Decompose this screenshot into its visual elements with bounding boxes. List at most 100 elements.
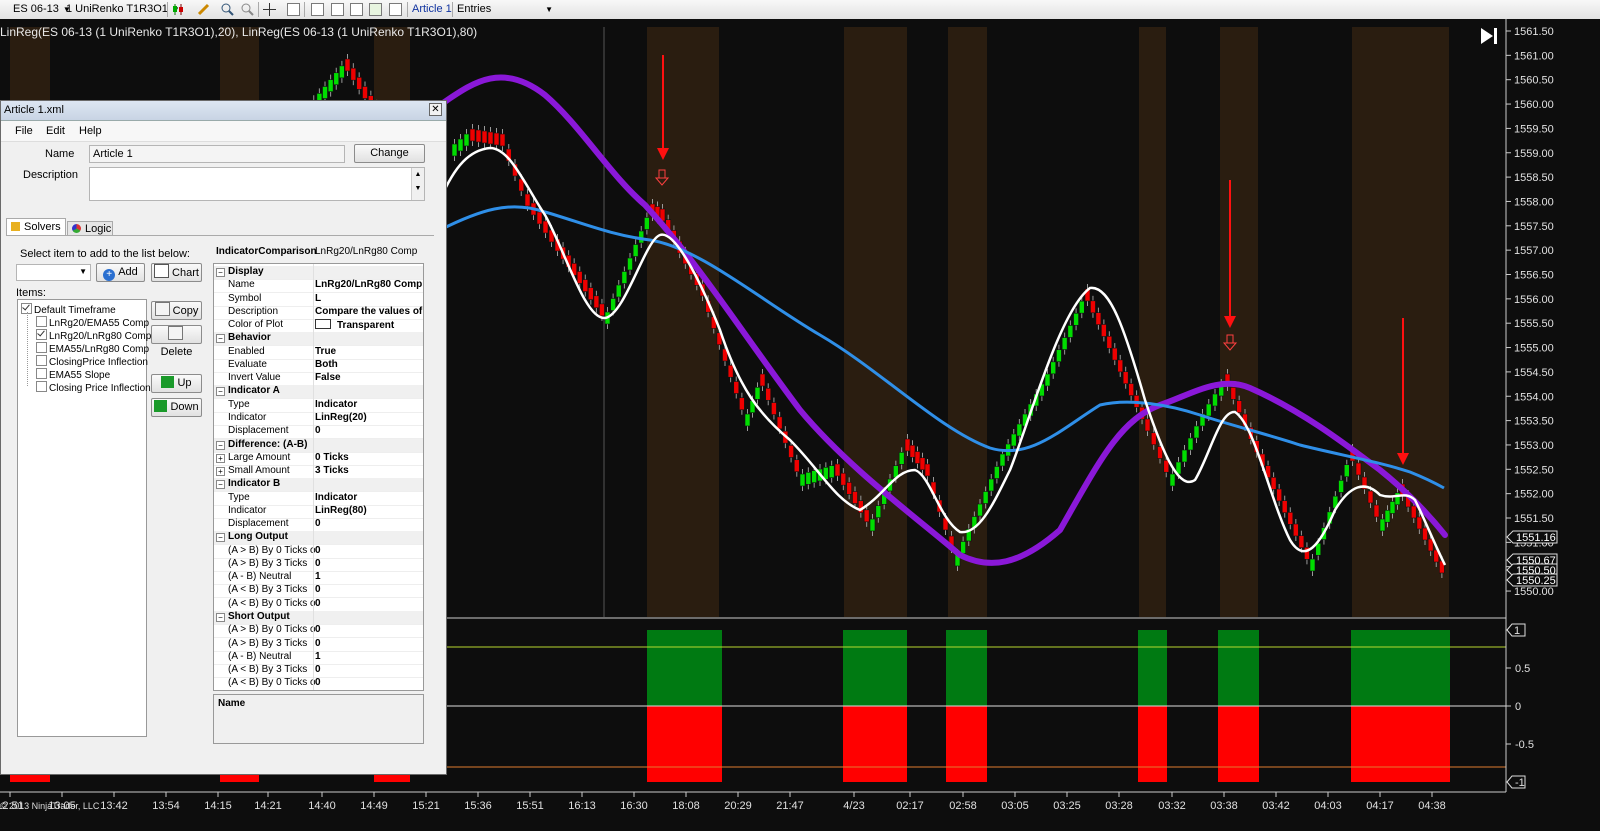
property-row[interactable]: Indicator LinReg(80) (214, 505, 423, 518)
property-row[interactable]: Displacement 0 (214, 425, 423, 438)
chart-button[interactable]: Chart (151, 263, 202, 282)
tree-item[interactable]: EMA55 Slope (36, 368, 110, 381)
property-row[interactable]: (A > B) By 3 Ticks 0 (214, 638, 423, 651)
property-value[interactable]: 0 (315, 425, 321, 436)
property-row[interactable]: Type Indicator (214, 492, 423, 505)
property-row[interactable]: (A < B) By 0 Ticks o0 (214, 598, 423, 611)
checkbox[interactable] (36, 355, 47, 366)
property-value[interactable]: Indicator (315, 399, 357, 410)
menu-file[interactable]: File (15, 125, 33, 137)
collapse-icon[interactable]: − (216, 533, 225, 543)
property-row[interactable]: + Large Amount 0 Ticks (214, 452, 423, 465)
property-row[interactable]: (A - B) Neutral 1 (214, 571, 423, 584)
checkbox[interactable] (36, 329, 47, 340)
workspace-link[interactable]: Article 1 (412, 2, 452, 17)
strategies-icon[interactable] (331, 3, 344, 16)
property-category[interactable]: − Display (214, 266, 423, 279)
property-category[interactable]: − Indicator A (214, 385, 423, 399)
close-icon[interactable]: ✕ (429, 103, 442, 116)
tree-item[interactable]: Closing Price Inflection (36, 381, 151, 394)
property-row[interactable]: (A > B) By 0 Ticks o0 (214, 624, 423, 637)
instrument-selector[interactable]: ES 06-13 ▼ (13, 2, 71, 17)
pencil-icon[interactable] (197, 3, 210, 16)
menu-help[interactable]: Help (79, 125, 102, 137)
collapse-icon[interactable]: − (216, 613, 225, 623)
property-value[interactable]: False (315, 372, 341, 383)
property-value[interactable]: LinReg(80) (315, 505, 367, 516)
property-row[interactable]: + Small Amount 3 Ticks (214, 465, 423, 478)
collapse-icon[interactable]: − (216, 480, 225, 490)
solver-type-select[interactable]: ▼ (16, 264, 91, 281)
tree-item-default-timeframe[interactable]: Default Timeframe (21, 303, 116, 316)
data-box-icon[interactable] (389, 3, 402, 16)
crosshair-icon[interactable] (263, 3, 276, 16)
property-row[interactable]: Symbol L (214, 293, 423, 306)
delete-button[interactable]: Delete (151, 325, 202, 358)
property-row[interactable]: (A < B) By 3 Ticks 0 (214, 584, 423, 597)
tab-logic[interactable]: Logic (67, 221, 113, 236)
color-swatch[interactable] (315, 319, 331, 330)
image-icon[interactable] (350, 3, 363, 16)
name-field[interactable]: Article 1 (89, 145, 345, 163)
property-value[interactable]: LnRg20/LnRg80 Comp (315, 279, 422, 290)
indicators-icon[interactable] (311, 3, 324, 16)
tree-item[interactable]: ClosingPrice Inflection (36, 355, 148, 368)
expand-icon[interactable]: + (216, 453, 225, 463)
bar-type-selector[interactable]: 1 UniRenko T1R3O1▼ (66, 2, 180, 17)
property-row[interactable]: Indicator LinReg(20) (214, 412, 423, 425)
tab-solvers[interactable]: Solvers (6, 218, 66, 235)
properties-icon[interactable] (287, 3, 300, 16)
description-field[interactable]: ▲ ▼ (89, 167, 425, 201)
property-category[interactable]: − Short Output (214, 611, 423, 625)
add-button[interactable]: + Add (96, 263, 145, 282)
property-value[interactable]: Both (315, 359, 338, 370)
property-value[interactable]: 1 (315, 571, 321, 582)
property-value[interactable]: Indicator (315, 492, 357, 503)
magnifier-plus-icon[interactable] (221, 3, 234, 16)
checkbox[interactable] (36, 316, 47, 327)
property-value[interactable]: 0 (315, 558, 321, 569)
property-value[interactable]: 0 (315, 518, 321, 529)
property-category[interactable]: − Indicator B (214, 478, 423, 492)
property-row[interactable]: Evaluate Both (214, 359, 423, 372)
up-button[interactable]: Up (151, 374, 202, 393)
property-value[interactable]: 0 (315, 545, 321, 556)
script-icon[interactable] (369, 3, 382, 16)
menu-edit[interactable]: Edit (46, 125, 65, 137)
property-value[interactable]: 0 (315, 677, 321, 688)
property-value[interactable]: L (315, 293, 321, 304)
property-row[interactable]: (A - B) Neutral 1 (214, 651, 423, 664)
property-row[interactable]: Name LnRg20/LnRg80 Comp (214, 279, 423, 292)
property-value[interactable]: 0 (315, 638, 321, 649)
property-value[interactable]: 1 (315, 651, 321, 662)
property-row[interactable]: (A > B) By 0 Ticks o0 (214, 545, 423, 558)
bar-style-icon[interactable] (172, 3, 185, 16)
property-category[interactable]: − Difference: (A-B) (214, 438, 423, 452)
property-row[interactable]: (A < B) By 3 Ticks 0 (214, 664, 423, 677)
change-button[interactable]: Change (354, 144, 425, 163)
property-category[interactable]: − Behavior (214, 332, 423, 346)
property-row[interactable]: Color of Plot Transparent (214, 319, 423, 332)
items-tree[interactable]: Default Timeframe LnRg20/EMA55 Comp LnRg… (17, 299, 151, 737)
property-row[interactable]: Invert Value False (214, 372, 423, 385)
description-scrollbar[interactable]: ▲ ▼ (411, 168, 424, 200)
property-value[interactable]: 0 (315, 584, 321, 595)
property-value[interactable]: True (315, 346, 336, 357)
property-value[interactable]: 0 Ticks (315, 452, 349, 463)
property-value[interactable]: Compare the values of (315, 306, 422, 317)
dialog-title-bar[interactable]: Article 1.xml ✕ (1, 101, 446, 121)
property-row[interactable]: (A < B) By 0 Ticks o0 (214, 677, 423, 690)
property-row[interactable]: Type Indicator (214, 399, 423, 412)
collapse-icon[interactable]: − (216, 268, 225, 277)
property-value[interactable]: Transparent (315, 319, 394, 331)
collapse-icon[interactable]: − (216, 440, 225, 450)
copy-button[interactable]: Copy (151, 301, 202, 320)
property-category[interactable]: − Long Output (214, 531, 423, 545)
property-row[interactable]: Displacement 0 (214, 518, 423, 531)
tree-item[interactable]: EMA55/LnRg80 Comp (36, 342, 149, 355)
magnifier-minus-icon[interactable] (241, 3, 254, 16)
property-row[interactable]: Enabled True (214, 346, 423, 359)
checkbox[interactable] (36, 368, 47, 379)
checkbox[interactable] (36, 342, 47, 353)
property-grid[interactable]: − Display Name LnRg20/LnRg80 Comp Symbol L Des… (213, 263, 424, 691)
